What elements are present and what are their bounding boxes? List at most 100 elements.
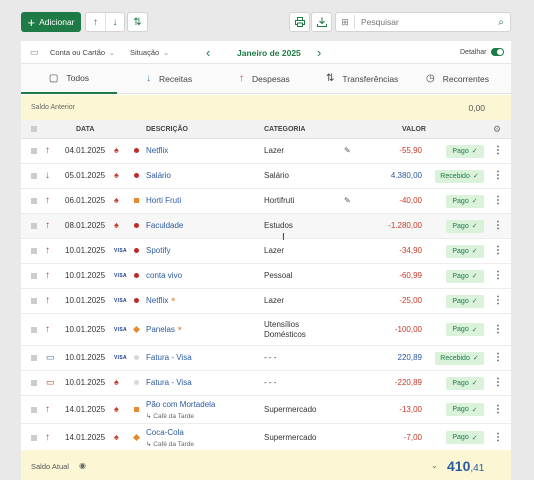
arrow-up-icon: ↑: [45, 220, 50, 231]
row-checkbox[interactable]: [31, 298, 37, 304]
column-header-descricao[interactable]: DESCRIÇÃO: [146, 126, 188, 133]
row-checkbox[interactable]: [31, 148, 37, 154]
more-options-icon[interactable]: ⋮: [493, 295, 503, 306]
status-badge[interactable]: Recebido ✓: [435, 169, 484, 183]
account-filter[interactable]: Conta ou Cartão ⌄: [50, 48, 115, 57]
row-description[interactable]: Salário: [146, 171, 171, 180]
print-button[interactable]: [290, 13, 309, 31]
next-month-button[interactable]: ›: [317, 45, 321, 60]
status-badge[interactable]: Pago ✓: [446, 294, 484, 308]
more-options-icon[interactable]: ⋮: [493, 270, 503, 281]
row-checkbox[interactable]: [31, 198, 37, 204]
status-label: Pago: [452, 222, 469, 230]
search-input[interactable]: [355, 17, 492, 27]
tab-transferencias[interactable]: ⇅ Transferências: [326, 64, 398, 93]
filter-icon[interactable]: ⊞: [336, 17, 354, 28]
tab-despesas[interactable]: ↑ Despesas: [239, 64, 290, 93]
table-row[interactable]: ↓ 05.01.2025 ♠ Salário Salário 4.380,00 …: [21, 164, 511, 189]
row-checkbox[interactable]: [31, 380, 37, 386]
table-row[interactable]: ↑ 08.01.2025 ♠ Faculdade Estudos -1.280,…: [21, 214, 511, 239]
add-button[interactable]: + Adicionar: [21, 12, 81, 32]
table-row[interactable]: ▭ 10.01.2025 ♠ Fatura - Visa - - - -220,…: [21, 371, 511, 396]
status-badge[interactable]: Pago ✓: [446, 431, 484, 444]
status-badge[interactable]: Pago ✓: [446, 219, 484, 233]
row-description[interactable]: Netflix ✶: [146, 296, 176, 305]
table-row[interactable]: ↑ 14.01.2025 ♠ Coca-Cola ↳ Café da Tarde…: [21, 424, 511, 452]
more-options-icon[interactable]: ⋮: [493, 377, 503, 388]
status-badge[interactable]: Pago ✓: [446, 244, 484, 258]
more-options-icon[interactable]: ⋮: [493, 404, 503, 415]
row-checkbox[interactable]: [31, 406, 37, 413]
status-label: Pago: [452, 434, 469, 441]
tab-todos[interactable]: ▢ Todos: [21, 64, 117, 94]
table-row[interactable]: ↑ 10.01.2025 VISA Panelas ✶ Utensílios Do…: [21, 314, 511, 346]
table-row[interactable]: ↑ 10.01.2025 VISA Spotify Lazer -34,90 P…: [21, 239, 511, 264]
transactions-table: ↑ 04.01.2025 ♠ Netflix Lazer ✎ -55,90 Pa…: [21, 139, 511, 452]
transfer-sort-button[interactable]: ⇅: [128, 13, 147, 31]
row-checkbox[interactable]: [31, 326, 37, 333]
table-header: DATA DESCRIÇÃO CATEGORIA VALOR ⚙: [21, 120, 511, 139]
detail-toggle[interactable]: [491, 48, 504, 56]
situation-filter[interactable]: Situação ⌄: [130, 48, 169, 57]
more-options-icon[interactable]: ⋮: [493, 245, 503, 256]
status-badge[interactable]: Pago ✓: [446, 403, 484, 416]
row-checkbox[interactable]: [31, 355, 37, 361]
search-icon[interactable]: ⌕: [492, 17, 510, 28]
row-description[interactable]: Fatura - Visa: [146, 353, 192, 362]
tab-recorrentes[interactable]: ◷ Recorrentes: [426, 64, 489, 93]
row-description[interactable]: conta vivo: [146, 271, 182, 280]
row-description[interactable]: Faculdade: [146, 221, 183, 230]
column-header-categoria[interactable]: CATEGORIA: [264, 126, 305, 133]
column-header-valor[interactable]: VALOR: [402, 126, 426, 133]
table-row[interactable]: ↑ 06.01.2025 ♠ Horti Fruti Hortifruti ✎ …: [21, 189, 511, 214]
more-options-icon[interactable]: ⋮: [493, 220, 503, 231]
table-row[interactable]: ↑ 10.01.2025 VISA conta vivo Pessoal -60…: [21, 264, 511, 289]
status-badge[interactable]: Pago ✓: [446, 376, 484, 390]
arrow-up-icon: ↑: [239, 73, 244, 84]
select-all-checkbox[interactable]: [31, 126, 37, 132]
row-checkbox[interactable]: [31, 248, 37, 254]
row-checkbox[interactable]: [31, 223, 37, 229]
row-description[interactable]: Fatura - Visa: [146, 378, 192, 387]
row-description[interactable]: Coca-Cola: [146, 428, 184, 437]
more-options-icon[interactable]: ⋮: [493, 195, 503, 206]
status-badge[interactable]: Recebido ✓: [435, 351, 484, 365]
add-button-label: Adicionar: [39, 17, 75, 27]
row-category: Salário: [264, 171, 289, 180]
visa-logo-icon: VISA: [114, 273, 127, 279]
status-badge[interactable]: Pago ✓: [446, 194, 484, 208]
row-description[interactable]: Pão com Mortadela: [146, 400, 215, 409]
more-options-icon[interactable]: ⋮: [493, 324, 503, 335]
eye-icon[interactable]: ◉: [79, 461, 86, 470]
row-description[interactable]: Spotify: [146, 246, 170, 255]
table-row[interactable]: ▭ 10.01.2025 VISA Fatura - Visa - - - 22…: [21, 346, 511, 371]
table-row[interactable]: ↑ 14.01.2025 ♠ Pão com Mortadela ↳ Café …: [21, 396, 511, 424]
more-options-icon[interactable]: ⋮: [493, 170, 503, 181]
settings-gear-icon[interactable]: ⚙: [493, 124, 501, 135]
table-row[interactable]: ↑ 10.01.2025 VISA Netflix ✶ Lazer -25,00 …: [21, 289, 511, 314]
chevron-down-icon[interactable]: ⌄: [431, 461, 438, 470]
more-options-icon[interactable]: ⋮: [493, 432, 503, 443]
edit-icon[interactable]: ✎: [344, 146, 351, 155]
more-options-icon[interactable]: ⋮: [493, 352, 503, 363]
tab-receitas[interactable]: ↓ Receitas: [146, 64, 192, 93]
status-badge[interactable]: Pago ✓: [446, 269, 484, 283]
row-checkbox[interactable]: [31, 434, 37, 441]
row-checkbox[interactable]: [31, 173, 37, 179]
row-description[interactable]: Panelas ✶: [146, 325, 183, 334]
row-date: 10.01.2025: [65, 246, 106, 255]
sort-up-button[interactable]: ↑: [86, 13, 105, 31]
table-row[interactable]: ↑ 04.01.2025 ♠ Netflix Lazer ✎ -55,90 Pa…: [21, 139, 511, 164]
row-description[interactable]: Horti Fruti: [146, 196, 181, 205]
previous-month-button[interactable]: ‹: [206, 45, 210, 60]
status-badge[interactable]: Pago ✓: [446, 144, 484, 158]
transfer-button-group: ⇅: [127, 12, 148, 32]
row-description[interactable]: Netflix: [146, 146, 168, 155]
row-checkbox[interactable]: [31, 273, 37, 279]
more-options-icon[interactable]: ⋮: [493, 145, 503, 156]
status-badge[interactable]: Pago ✓: [446, 323, 484, 336]
sort-down-button[interactable]: ↓: [105, 13, 124, 31]
column-header-data[interactable]: DATA: [76, 126, 94, 133]
edit-icon[interactable]: ✎: [344, 196, 351, 205]
download-button[interactable]: [312, 13, 331, 31]
